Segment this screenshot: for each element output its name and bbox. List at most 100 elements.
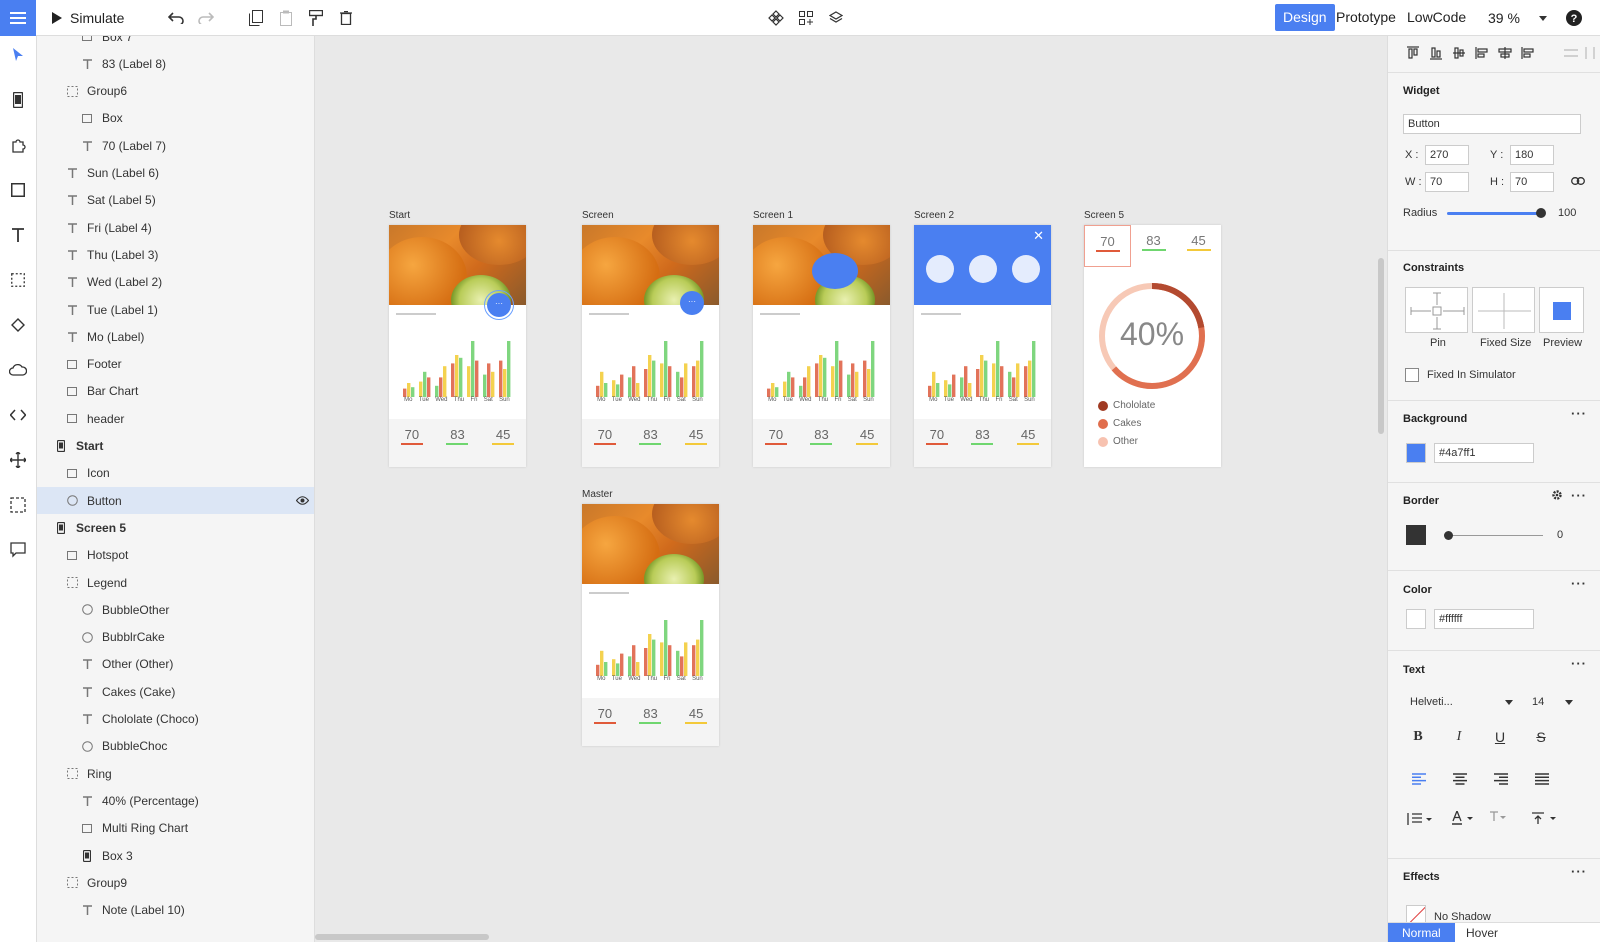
canvas-vertical-scrollbar[interactable]: [1378, 258, 1384, 434]
screen-label[interactable]: Screen 1: [753, 210, 793, 221]
layer-item[interactable]: Other (Other): [37, 651, 314, 678]
background-more-icon[interactable]: ···: [1571, 406, 1587, 421]
layer-item[interactable]: Ring: [37, 760, 314, 787]
effects-more-icon[interactable]: ···: [1571, 864, 1587, 879]
comment-icon[interactable]: [8, 540, 28, 560]
screen-artboard[interactable]: Mo Tue Wed Thu Fri Sat Sun 70 83 45: [582, 504, 719, 746]
layer-item[interactable]: Box 7: [37, 36, 314, 50]
screen-label[interactable]: Screen 5: [1084, 210, 1124, 221]
layer-item[interactable]: 40% (Percentage): [37, 787, 314, 814]
layer-item[interactable]: Group9: [37, 869, 314, 896]
category-icon[interactable]: [969, 255, 997, 283]
selected-button-widget[interactable]: ···: [484, 290, 514, 320]
color-more-icon[interactable]: ···: [1571, 576, 1587, 591]
widgets-icon[interactable]: [796, 0, 816, 36]
underline-icon[interactable]: U: [1490, 727, 1510, 747]
screen-artboard[interactable]: Mo Tue Wed Thu Fri Sat Sun 70 83 45 ···: [389, 225, 526, 467]
w-input[interactable]: 70: [1425, 172, 1469, 192]
strikethrough-icon[interactable]: S: [1531, 727, 1551, 747]
design-canvas[interactable]: Start Mo Tue Wed Thu Fri Sat Sun 70 83 45 ··· Screen…: [315, 36, 1387, 942]
x-input[interactable]: 270: [1425, 145, 1469, 165]
constraint-pin-button[interactable]: [1405, 287, 1468, 333]
radius-slider-handle[interactable]: [1536, 208, 1546, 218]
layer-item[interactable]: Hotspot: [37, 542, 314, 569]
layer-item[interactable]: Fri (Label 4): [37, 214, 314, 241]
screen-artboard[interactable]: Mo Tue Wed Thu Fri Sat Sun 70 83 45: [753, 225, 890, 467]
layer-item[interactable]: BubblrCake: [37, 624, 314, 651]
tab-normal[interactable]: Normal: [1388, 923, 1455, 942]
move-icon[interactable]: [8, 450, 28, 470]
layer-item[interactable]: Thu (Label 3): [37, 241, 314, 268]
fixed-in-simulator-checkbox[interactable]: [1405, 368, 1419, 382]
layers-scrollbar[interactable]: [309, 36, 313, 942]
layer-item[interactable]: 83 (Label 8): [37, 50, 314, 77]
layer-item[interactable]: Sun (Label 6): [37, 160, 314, 187]
link-icon[interactable]: [1571, 177, 1585, 185]
layer-item[interactable]: Note (Label 10): [37, 897, 314, 924]
category-icon[interactable]: [926, 255, 954, 283]
zoom-level[interactable]: 39 %: [1488, 0, 1520, 36]
layer-item[interactable]: Start: [37, 433, 314, 460]
menu-icon[interactable]: [0, 0, 36, 36]
canvas-horizontal-scrollbar[interactable]: [315, 934, 489, 940]
constraint-preview-button[interactable]: [1539, 287, 1584, 333]
layer-item[interactable]: Box: [37, 105, 314, 132]
background-hex-input[interactable]: #4a7ff1: [1434, 443, 1534, 463]
vertical-align-icon[interactable]: [1532, 812, 1558, 824]
screen-artboard[interactable]: ✕ Mo Tue Wed Thu Fri Sat Sun 70 83 45: [914, 225, 1051, 467]
widget-name-input[interactable]: Button: [1403, 114, 1581, 134]
align-justify-icon[interactable]: [1535, 773, 1549, 785]
border-slider-handle[interactable]: [1444, 531, 1453, 540]
border-more-icon[interactable]: ···: [1571, 488, 1587, 503]
layer-item[interactable]: Icon: [37, 460, 314, 487]
redo-icon[interactable]: [196, 0, 216, 36]
screen-label[interactable]: Screen 2: [914, 210, 954, 221]
layer-item[interactable]: BubbleChoc: [37, 733, 314, 760]
layer-item[interactable]: Tue (Label 1): [37, 296, 314, 323]
font-size-dropdown-icon[interactable]: [1565, 700, 1573, 705]
mode-design-button[interactable]: Design: [1275, 4, 1335, 31]
line-height-icon[interactable]: [1406, 813, 1432, 825]
hotspot-tool-icon[interactable]: [8, 270, 28, 290]
layer-item[interactable]: Sat (Label 5): [37, 187, 314, 214]
font-size-select[interactable]: 14: [1532, 696, 1544, 708]
undo-icon[interactable]: [166, 0, 186, 36]
mode-prototype-button[interactable]: Prototype: [1328, 4, 1404, 31]
component-icon[interactable]: [766, 0, 786, 36]
border-slider[interactable]: [1448, 535, 1543, 536]
layer-item[interactable]: Bar Chart: [37, 378, 314, 405]
align-left-icon[interactable]: [1412, 773, 1426, 785]
layer-item[interactable]: Multi Ring Chart: [37, 815, 314, 842]
layer-item[interactable]: Box 3: [37, 842, 314, 869]
category-icon[interactable]: [1012, 255, 1040, 283]
layers-icon[interactable]: [826, 0, 846, 36]
layer-item[interactable]: Cakes (Cake): [37, 678, 314, 705]
text-color-icon[interactable]: [1452, 811, 1476, 825]
radius-slider[interactable]: [1447, 212, 1541, 215]
layer-item[interactable]: Legend: [37, 569, 314, 596]
layer-item[interactable]: Wed (Label 2): [37, 269, 314, 296]
copy-icon[interactable]: [246, 0, 266, 36]
close-icon[interactable]: ✕: [1033, 228, 1044, 244]
y-input[interactable]: 180: [1510, 145, 1554, 165]
pen-tool-icon[interactable]: [8, 315, 28, 335]
text-tool-icon[interactable]: [8, 225, 28, 245]
layer-item[interactable]: Group6: [37, 78, 314, 105]
align-right-icon[interactable]: [1494, 773, 1508, 785]
paste-icon[interactable]: [276, 0, 296, 36]
layer-item[interactable]: Footer: [37, 351, 314, 378]
cloud-icon[interactable]: [8, 360, 28, 380]
component-tool-icon[interactable]: [8, 135, 28, 155]
bold-icon[interactable]: B: [1408, 727, 1428, 747]
italic-icon[interactable]: I: [1449, 727, 1469, 747]
font-dropdown-icon[interactable]: [1505, 700, 1513, 705]
text-color-swatch[interactable]: [1406, 609, 1426, 629]
screen-artboard[interactable]: 70 83 45 40% Chololate Cakes Other: [1084, 225, 1221, 467]
layer-item[interactable]: 70 (Label 7): [37, 132, 314, 159]
border-color-swatch[interactable]: [1406, 525, 1426, 545]
code-icon[interactable]: [8, 405, 28, 425]
layer-item[interactable]: header: [37, 405, 314, 432]
select-tool-icon[interactable]: [8, 45, 28, 65]
simulate-button[interactable]: Simulate: [52, 0, 124, 36]
layer-item[interactable]: Chololate (Choco): [37, 706, 314, 733]
